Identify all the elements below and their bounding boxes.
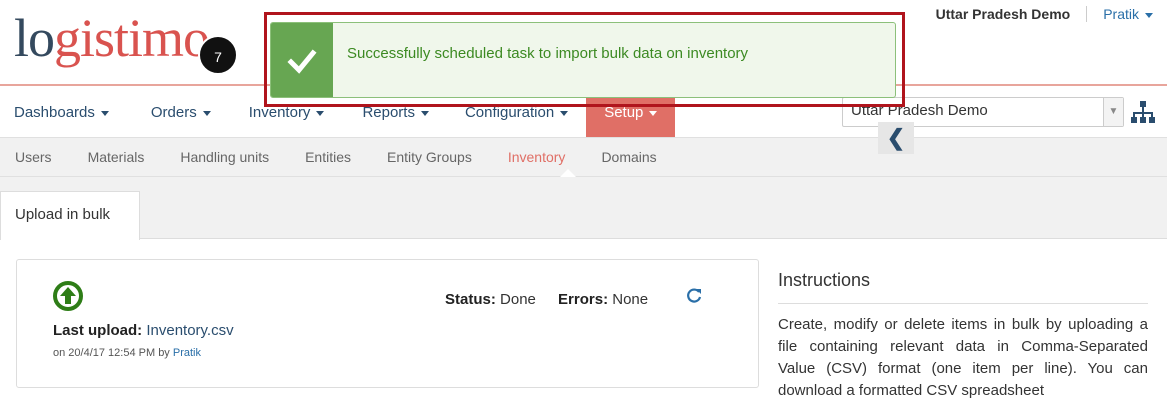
- upload-card: Last upload: Inventory.csv on 20/4/17 12…: [16, 259, 759, 388]
- logo-text-a: lo: [14, 8, 55, 68]
- upload-icon[interactable]: [53, 281, 83, 311]
- subnav-entity-groups[interactable]: Entity Groups: [387, 149, 490, 165]
- refresh-icon[interactable]: [685, 287, 703, 305]
- chevron-down-icon: [649, 110, 658, 116]
- user-area: Uttar Pradesh Demo Pratik: [936, 6, 1153, 22]
- status-label: Status:: [445, 291, 496, 308]
- dropdown-arrow-icon[interactable]: ▼: [1103, 98, 1123, 126]
- logo-text-b: gistimo: [54, 8, 210, 68]
- chevron-down-icon: [560, 110, 569, 116]
- current-domain-name: Uttar Pradesh Demo: [935, 6, 1071, 22]
- chevron-down-icon: [1145, 12, 1153, 18]
- instructions-divider: [778, 303, 1148, 304]
- errors-label: Errors:: [558, 291, 609, 308]
- instructions-text: Create, modify or delete items in bulk b…: [778, 316, 1148, 399]
- logo[interactable]: logistimo: [14, 8, 210, 68]
- last-upload-label: Last upload:: [53, 322, 143, 339]
- user-name: Pratik: [1103, 6, 1139, 22]
- status-line: Status: Done Errors: None: [445, 291, 648, 308]
- nav-dashboards-label: Dashboards: [14, 104, 95, 121]
- subnav-users[interactable]: Users: [15, 149, 70, 165]
- nav-orders-label: Orders: [150, 104, 197, 121]
- collapse-left-icon[interactable]: ❮: [878, 122, 914, 154]
- subnav-inventory[interactable]: Inventory: [508, 149, 584, 165]
- domain-tree-icon[interactable]: [1130, 99, 1156, 125]
- nav-orders[interactable]: Orders: [137, 95, 225, 137]
- last-upload-file-link[interactable]: Inventory.csv: [146, 322, 233, 339]
- tab-upload-in-bulk[interactable]: Upload in bulk: [0, 191, 140, 240]
- subnav-entities[interactable]: Entities: [305, 149, 369, 165]
- subnav-materials[interactable]: Materials: [88, 149, 163, 165]
- page: logistimo Uttar Pradesh Demo Pratik Dash…: [0, 0, 1167, 409]
- subnav-domains[interactable]: Domains: [601, 149, 674, 165]
- chevron-down-icon: [316, 110, 325, 116]
- uploader-link[interactable]: Pratik: [173, 347, 201, 359]
- chevron-down-icon: [420, 110, 429, 116]
- errors-value: None: [612, 291, 649, 308]
- divider: [1086, 6, 1088, 22]
- instructions-title: Instructions: [778, 270, 871, 290]
- sub-nav: Users Materials Handling units Entities …: [0, 137, 1167, 177]
- chevron-down-icon: [202, 110, 211, 116]
- upload-meta: on 20/4/17 12:54 PM by Pratik: [53, 347, 201, 359]
- tab-band: [0, 177, 1167, 239]
- chevron-down-icon: [100, 110, 109, 116]
- active-indicator: [560, 169, 576, 177]
- highlight-box: [264, 12, 905, 107]
- subnav-handling-units[interactable]: Handling units: [180, 149, 287, 165]
- user-menu[interactable]: Pratik: [1103, 6, 1153, 22]
- status-value: Done: [500, 291, 536, 308]
- step-badge: 7: [198, 35, 238, 75]
- nav-dashboards[interactable]: Dashboards: [0, 95, 123, 137]
- upload-meta-prefix: on 20/4/17 12:54 PM by: [53, 347, 170, 359]
- last-upload: Last upload: Inventory.csv: [53, 322, 234, 339]
